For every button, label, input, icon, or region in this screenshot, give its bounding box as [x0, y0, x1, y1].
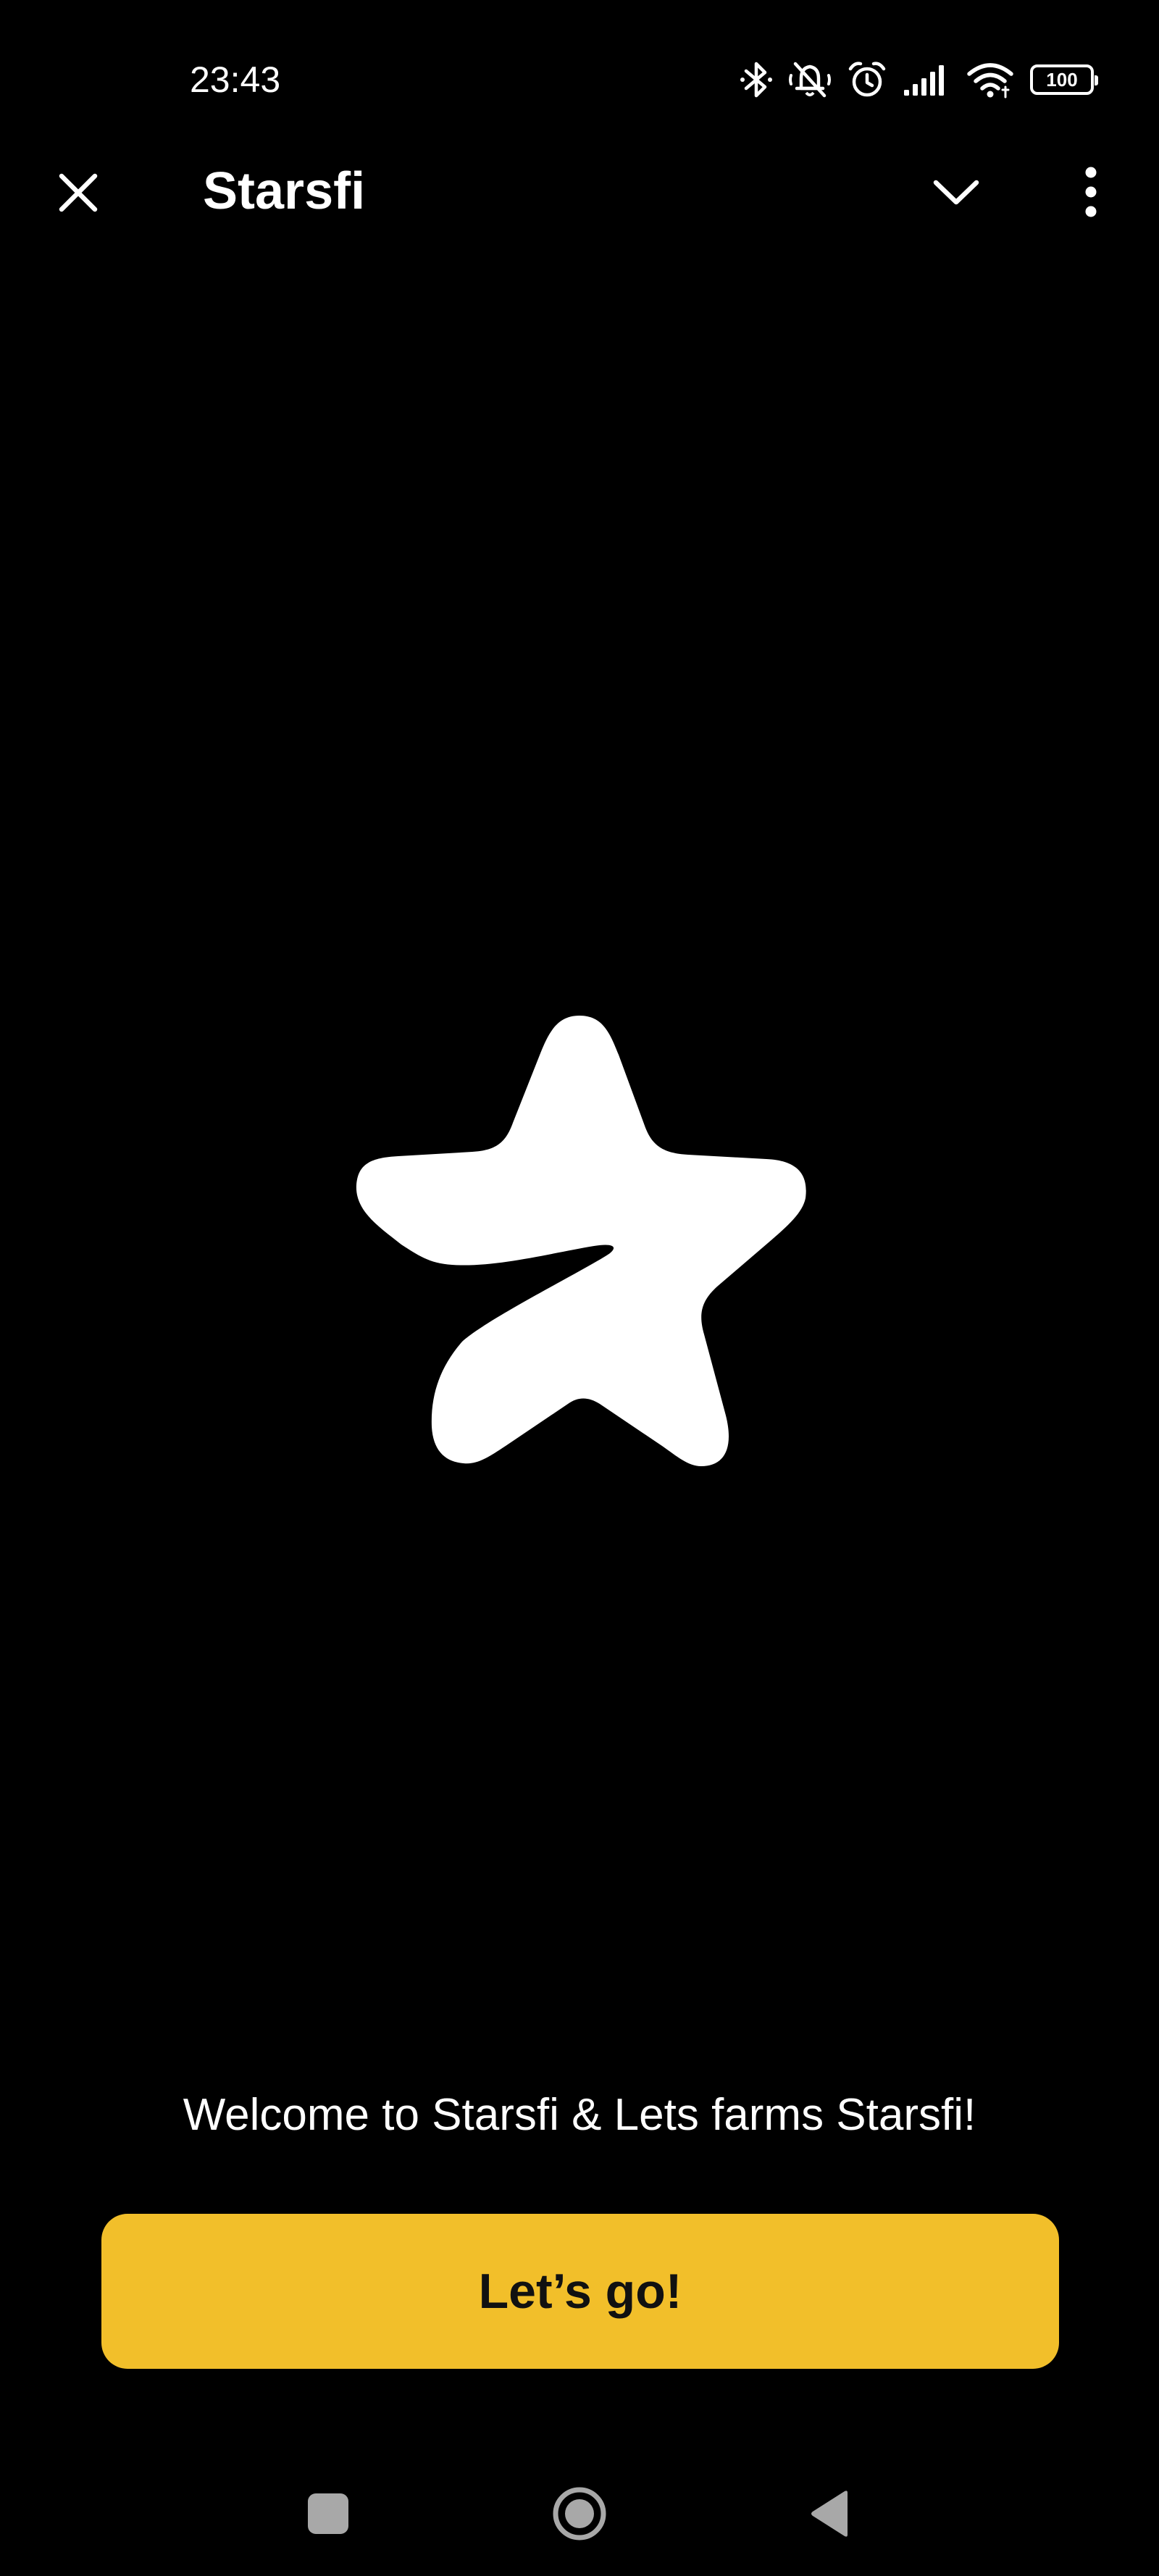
mute-icon: [788, 59, 832, 100]
home-button[interactable]: [543, 2477, 616, 2550]
star-logo: [348, 1007, 811, 1471]
navigation-bar: [0, 2456, 1159, 2557]
more-vertical-icon: [1085, 167, 1097, 217]
status-icons: 100: [740, 58, 1098, 101]
collapse-button[interactable]: [927, 164, 985, 222]
close-button[interactable]: [49, 164, 107, 222]
recents-button[interactable]: [292, 2477, 364, 2550]
back-button[interactable]: [794, 2477, 866, 2550]
chevron-down-icon: [933, 180, 979, 205]
recents-icon: [308, 2493, 348, 2534]
close-icon: [59, 173, 98, 212]
wifi-icon: [966, 61, 1014, 99]
more-options-button[interactable]: [1062, 159, 1120, 225]
status-time: 23:43: [190, 59, 281, 100]
home-icon: [553, 2487, 606, 2541]
page-title: Starsfi: [203, 162, 366, 220]
app-header: Starsfi: [0, 145, 1159, 235]
battery-icon: 100: [1030, 64, 1098, 95]
battery-level: 100: [1046, 68, 1078, 91]
lets-go-button[interactable]: Let’s go!: [101, 2214, 1059, 2369]
bluetooth-icon: [740, 59, 772, 100]
signal-icon: [903, 62, 950, 97]
star-logo-icon: [356, 1016, 806, 1466]
back-icon: [811, 2491, 848, 2537]
status-bar: 23:43 100: [0, 0, 1159, 159]
welcome-text: Welcome to Starsfi & Lets farms Starsfi!: [183, 2090, 976, 2140]
alarm-icon: [848, 59, 887, 100]
